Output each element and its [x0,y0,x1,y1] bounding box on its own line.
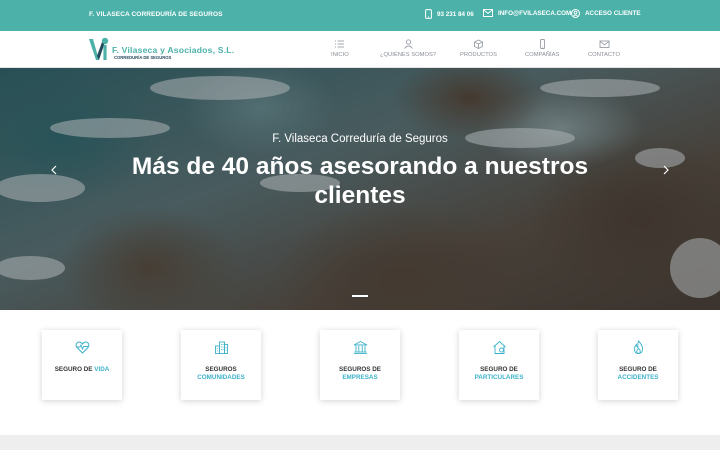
nav-label: PRODUCTOS [460,52,497,58]
nav-item-quienes-somos[interactable]: ¿QUIÉNES SOMOS? [380,39,436,58]
client-access-link[interactable]: ACCESO CLIENTE [571,9,641,18]
logo-tagline: CORREDURÍA DE SEGUROS [114,55,172,60]
service-card-line1: SEGURO DE [619,366,657,373]
service-card-particulares[interactable]: SEGURO DE PARTICULARES [459,330,539,400]
top-bar: F. VILASECA CORREDURÍA DE SEGUROS 93 231… [0,0,720,31]
nav-item-inicio[interactable]: INICIO [331,39,349,58]
nav-item-productos[interactable]: PRODUCTOS [460,39,497,58]
service-card-empresas[interactable]: SEGUROS DE EMPRESAS [320,330,400,400]
service-card-line1: SEGUROS [205,366,237,373]
service-card-line2: EMPRESAS [342,374,378,381]
user-circle-icon [571,9,580,18]
nav-item-contacto[interactable]: CONTACTO [588,39,620,58]
services-section: SEGURO DE VIDA SEGUROS COMUNIDADES SEGURO… [0,310,720,435]
client-access-label: ACCESO CLIENTE [585,10,641,17]
service-card-comunidades[interactable]: SEGUROS COMUNIDADES [181,330,261,400]
nav-label: ¿QUIÉNES SOMOS? [380,52,437,58]
flame-icon [634,340,643,354]
phone-number: 93 231 84 06 [437,10,474,18]
service-card-label: SEGURO DE ACCIDENTES [598,366,678,382]
service-card-label: SEGURO DE VIDA [42,366,122,374]
envelope-icon [483,9,493,17]
service-card-line2: ACCIDENTES [617,374,659,381]
hero-subtitle: F. Vilaseca Correduría de Seguros [272,133,448,145]
chevron-right-icon[interactable] [660,163,672,177]
nav-label: INICIO [331,52,349,58]
phone-link[interactable]: 93 231 84 06 [425,9,474,19]
service-card-line2: PARTICULARES [474,374,524,381]
service-card-label: SEGUROS DE EMPRESAS [320,366,400,382]
nav-item-companias[interactable]: COMPAÑÍAS [525,39,559,58]
email-address: INFO@FVILASECA.COM [498,9,572,17]
email-link[interactable]: INFO@FVILASECA.COM [483,9,571,17]
mobile-icon [539,39,545,49]
top-bar-brand: F. VILASECA CORREDURÍA DE SEGUROS [89,11,223,18]
envelope-icon [599,40,609,48]
service-card-line1: SEGURO DE [54,366,93,373]
main-header: F. Vilaseca y Asociados, S.L. CORREDURÍA… [0,31,720,68]
service-card-label: SEGURO DE PARTICULARES [459,366,539,382]
user-icon [403,39,413,49]
nav-label: CONTACTO [588,52,620,58]
nav-label: COMPAÑÍAS [525,52,560,58]
chevron-left-icon[interactable] [48,163,60,177]
house-icon [493,340,506,354]
service-card-accidentes[interactable]: SEGURO DE ACCIDENTES [598,330,678,400]
slider-indicator[interactable] [352,295,368,297]
service-card-line2: VIDA [94,366,110,373]
service-card-line1: SEGURO DE [480,366,518,373]
service-card-label: SEGUROS COMUNIDADES [181,366,261,382]
service-card-vida[interactable]: SEGURO DE VIDA [42,330,122,400]
mobile-icon [425,9,432,19]
hero-title: Más de 40 años asesorando a nuestros cli… [131,153,589,209]
list-icon [335,40,345,48]
footer-strip [0,435,720,450]
box-icon [474,39,483,49]
bank-icon [353,340,368,354]
service-card-line1: SEGUROS DE [339,366,381,373]
building-icon [215,341,228,354]
hero-slider: F. Vilaseca Correduría de Seguros Más de… [0,68,720,310]
logo-mark [89,37,109,60]
logo-name: F. Vilaseca y Asociados, S.L. [112,45,235,55]
service-card-line2: COMUNIDADES [197,374,245,381]
heart-pulse-icon [75,341,90,354]
site-logo[interactable]: F. Vilaseca y Asociados, S.L. CORREDURÍA… [88,36,234,64]
